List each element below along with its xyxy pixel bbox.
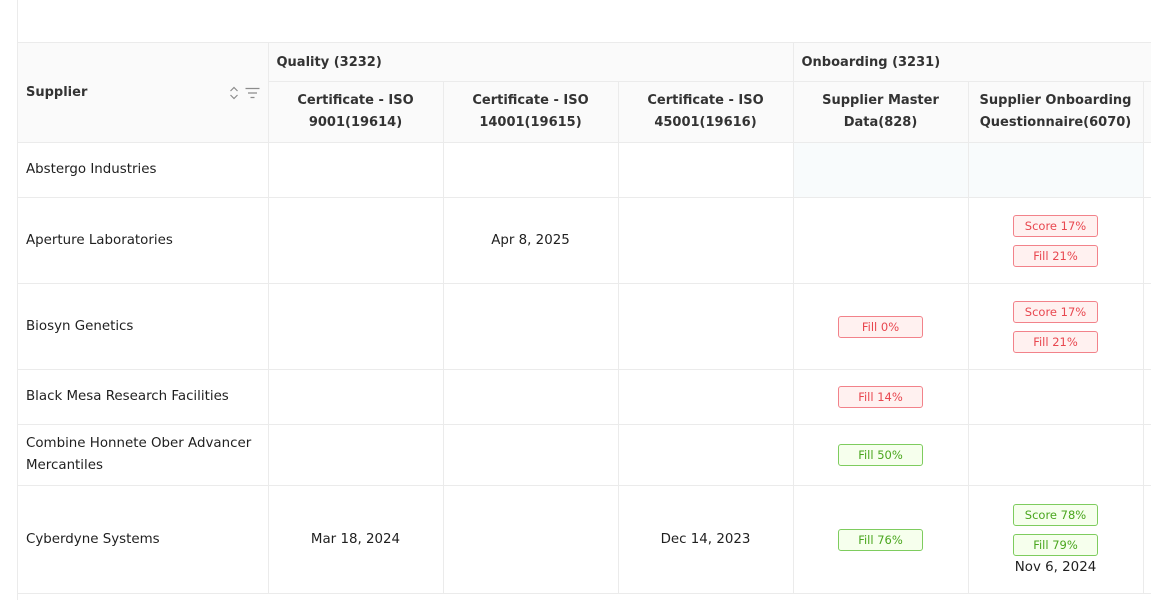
supplier-column-header: Supplier bbox=[18, 42, 269, 143]
cell-master[interactable]: Fill 76% bbox=[793, 485, 969, 594]
sort-icon[interactable] bbox=[229, 86, 239, 100]
column-header-onboarding-questionnaire[interactable]: Supplier Onboarding Questionnaire(6070) bbox=[968, 81, 1144, 143]
overflow-cell bbox=[1143, 485, 1151, 594]
cell-master[interactable]: Fill 0% bbox=[793, 283, 969, 370]
supplier-name-cell[interactable]: Combine Honnete Ober Advancer Mercantiles bbox=[18, 424, 269, 486]
status-badge[interactable]: Fill 76% bbox=[838, 528, 923, 551]
overflow-cell bbox=[1143, 424, 1151, 486]
cell-questionnaire[interactable]: Score 17% Fill 21% bbox=[968, 283, 1144, 370]
overflow-cell bbox=[1143, 197, 1151, 284]
status-badge[interactable]: Fill 21% bbox=[1013, 330, 1098, 353]
status-badge[interactable]: Score 17% bbox=[1013, 300, 1098, 323]
overflow-cell bbox=[1143, 283, 1151, 370]
cell-iso45001[interactable] bbox=[618, 424, 794, 486]
cell-questionnaire[interactable]: Score 78% Fill 79% Nov 6, 2024 bbox=[968, 485, 1144, 594]
certificate-date: Apr 8, 2025 bbox=[491, 233, 570, 248]
cell-iso9001[interactable] bbox=[268, 369, 444, 425]
cell-iso14001[interactable] bbox=[443, 485, 619, 594]
overflow-cell bbox=[1143, 369, 1151, 425]
cell-iso45001[interactable] bbox=[618, 142, 794, 198]
cell-iso14001[interactable]: Apr 8, 2025 bbox=[443, 197, 619, 284]
supplier-header-label: Supplier bbox=[26, 85, 88, 100]
supplier-name-cell[interactable]: Abstergo Industries bbox=[18, 142, 269, 198]
cell-iso45001[interactable] bbox=[618, 283, 794, 370]
column-header-iso-9001[interactable]: Certificate - ISO 9001(19614) bbox=[268, 81, 444, 143]
cell-iso45001[interactable]: Dec 14, 2023 bbox=[618, 485, 794, 594]
table-row[interactable]: Abstergo Industries bbox=[18, 142, 1151, 198]
cell-iso14001[interactable] bbox=[443, 369, 619, 425]
status-badge[interactable]: Score 78% bbox=[1013, 504, 1098, 526]
table-row[interactable]: Biosyn Genetics Fill 0% Score 17% Fill 21% bbox=[18, 283, 1151, 370]
overflow-cell bbox=[1143, 142, 1151, 198]
status-badge[interactable]: Score 17% bbox=[1013, 214, 1098, 237]
cell-master[interactable] bbox=[793, 197, 969, 284]
supplier-name-cell[interactable]: Cyberdyne Systems bbox=[18, 485, 269, 594]
status-badge[interactable]: Fill 79% bbox=[1013, 534, 1098, 556]
cell-iso45001[interactable] bbox=[618, 369, 794, 425]
table-row[interactable]: Combine Honnete Ober Advancer Mercantiles… bbox=[18, 424, 1151, 486]
cell-master[interactable]: Fill 50% bbox=[793, 424, 969, 486]
cell-questionnaire[interactable]: Score 17% Fill 21% bbox=[968, 197, 1144, 284]
cell-iso14001[interactable] bbox=[443, 424, 619, 486]
supplier-name: Black Mesa Research Facilities bbox=[26, 389, 229, 404]
supplier-name: Biosyn Genetics bbox=[26, 318, 134, 334]
cell-iso14001[interactable] bbox=[443, 142, 619, 198]
supplier-name: Aperture Laboratories bbox=[26, 232, 173, 248]
supplier-name-cell[interactable]: Black Mesa Research Facilities bbox=[18, 369, 269, 425]
table-row[interactable]: Black Mesa Research Facilities Fill 14% bbox=[18, 369, 1151, 425]
table-row[interactable]: Aperture Laboratories Apr 8, 2025 Score 17… bbox=[18, 197, 1151, 284]
supplier-name: Cyberdyne Systems bbox=[26, 531, 160, 547]
column-header-iso-14001[interactable]: Certificate - ISO 14001(19615) bbox=[443, 81, 619, 143]
cell-questionnaire[interactable] bbox=[968, 142, 1144, 198]
supplier-name-cell[interactable]: Biosyn Genetics bbox=[18, 283, 269, 370]
supplier-grid: Supplier Quality (3232) Onboarding (3231… bbox=[17, 0, 1151, 600]
supplier-name: Abstergo Industries bbox=[26, 162, 157, 177]
certificate-date: Dec 14, 2023 bbox=[660, 532, 751, 547]
filter-icon[interactable] bbox=[245, 87, 260, 99]
group-header-quality: Quality (3232) bbox=[268, 42, 794, 82]
cell-master[interactable] bbox=[793, 142, 969, 198]
table-row[interactable]: Cyberdyne Systems Mar 18, 2024 Dec 14, 202… bbox=[18, 485, 1151, 594]
supplier-table: Supplier Quality (3232) Onboarding (3231… bbox=[18, 42, 1151, 594]
cell-master[interactable]: Fill 14% bbox=[793, 369, 969, 425]
column-header-overflow bbox=[1143, 81, 1151, 143]
cell-iso9001[interactable]: Mar 18, 2024 bbox=[268, 485, 444, 594]
supplier-name-continued: Mercantiles bbox=[26, 458, 103, 473]
column-header-iso-45001[interactable]: Certificate - ISO 45001(19616) bbox=[618, 81, 794, 143]
cell-iso9001[interactable] bbox=[268, 283, 444, 370]
column-header-supplier-master-data[interactable]: Supplier Master Data(828) bbox=[793, 81, 969, 143]
cell-iso9001[interactable] bbox=[268, 142, 444, 198]
status-badge[interactable]: Fill 21% bbox=[1013, 244, 1098, 267]
cell-questionnaire[interactable] bbox=[968, 369, 1144, 425]
questionnaire-date: Nov 6, 2024 bbox=[1014, 560, 1097, 575]
certificate-date: Mar 18, 2024 bbox=[310, 532, 401, 547]
status-badge[interactable]: Fill 14% bbox=[838, 386, 923, 408]
status-badge[interactable]: Fill 50% bbox=[838, 444, 923, 466]
cell-iso9001[interactable] bbox=[268, 197, 444, 284]
table-body: Abstergo Industries Aperture Laboratories… bbox=[18, 142, 1151, 594]
cell-iso9001[interactable] bbox=[268, 424, 444, 486]
cell-questionnaire[interactable] bbox=[968, 424, 1144, 486]
group-header-onboarding: Onboarding (3231) bbox=[793, 42, 1151, 82]
cell-iso45001[interactable] bbox=[618, 197, 794, 284]
supplier-name-cell[interactable]: Aperture Laboratories bbox=[18, 197, 269, 284]
supplier-name: Combine Honnete Ober Advancer bbox=[26, 436, 252, 451]
cell-iso14001[interactable] bbox=[443, 283, 619, 370]
status-badge[interactable]: Fill 0% bbox=[838, 315, 923, 338]
